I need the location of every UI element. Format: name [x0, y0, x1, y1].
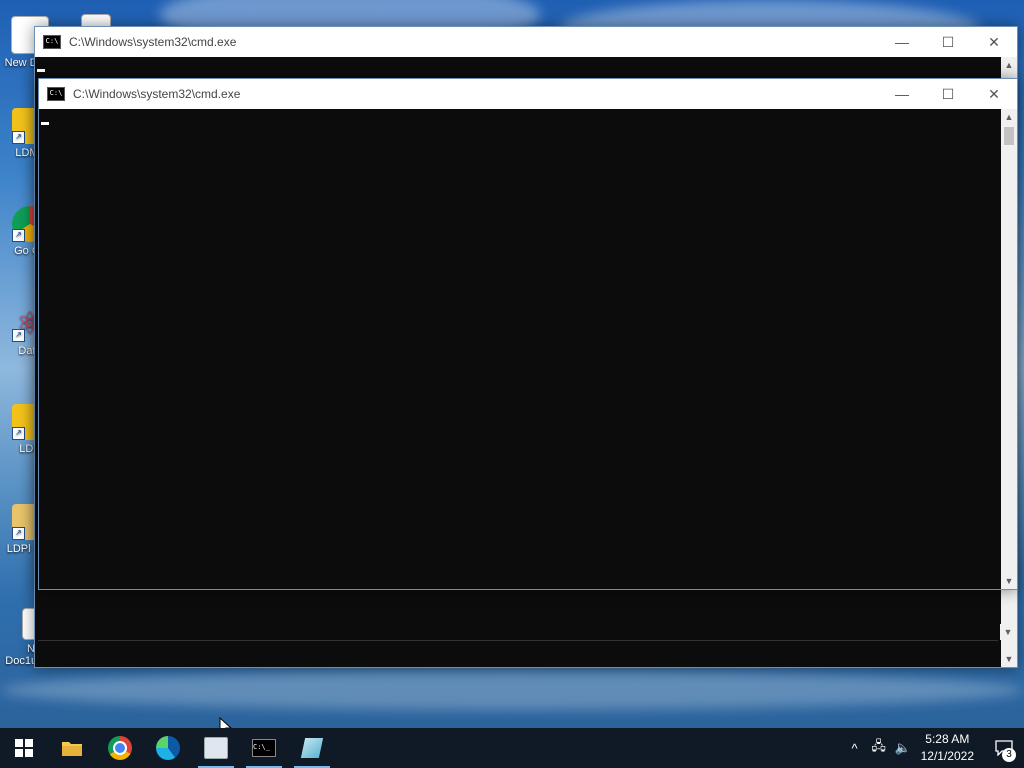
- shortcut-arrow-icon: ↗: [12, 131, 25, 144]
- windows-icon: [15, 739, 33, 757]
- title-bar[interactable]: C:\ C:\Windows\system32\cmd.exe — ☐ ✕: [39, 79, 1017, 109]
- app-icon: [300, 738, 324, 758]
- scroll-up-icon[interactable]: ▲: [1001, 109, 1017, 125]
- minimize-button[interactable]: —: [879, 79, 925, 109]
- cmd-window-front[interactable]: C:\ C:\Windows\system32\cmd.exe — ☐ ✕ ▲ …: [38, 78, 1018, 590]
- clock-date: 12/1/2022: [920, 749, 974, 763]
- folder-icon: [62, 742, 82, 756]
- cmd-icon: C:\: [43, 35, 61, 49]
- clock-time: 5:28 AM: [925, 732, 970, 746]
- title-bar[interactable]: C:\ C:\Windows\system32\cmd.exe — ☐ ✕: [35, 27, 1017, 57]
- notification-count-badge: 3: [1002, 748, 1016, 762]
- chrome-icon: [108, 736, 132, 760]
- taskbar-file-explorer[interactable]: [48, 728, 96, 768]
- console-output[interactable]: [39, 109, 1001, 589]
- shortcut-arrow-icon: ↗: [12, 329, 25, 342]
- taskbar: C:\_ ^ 🖧 🔈 5:28 AM 12/1/2022 3: [0, 728, 1024, 768]
- taskbar-cmd[interactable]: C:\_: [240, 728, 288, 768]
- scroll-up-icon[interactable]: ▲: [1001, 57, 1017, 73]
- text-cursor: [41, 122, 49, 125]
- vertical-scrollbar[interactable]: ▲ ▼: [1001, 109, 1017, 589]
- taskbar-chrome[interactable]: [96, 728, 144, 768]
- app-icon: [204, 737, 228, 759]
- chevron-up-icon[interactable]: ^: [843, 741, 867, 756]
- cmd-icon: C:\: [47, 87, 65, 101]
- window-title: C:\Windows\system32\cmd.exe: [69, 35, 237, 49]
- volume-icon[interactable]: 🔈: [891, 740, 915, 756]
- taskbar-edge[interactable]: [144, 728, 192, 768]
- network-icon[interactable]: 🖧: [867, 737, 891, 759]
- console-divider: [38, 640, 998, 641]
- shortcut-arrow-icon: ↗: [12, 427, 25, 440]
- system-tray: ^ 🖧 🔈 5:28 AM 12/1/2022 3: [843, 728, 1024, 768]
- scroll-thumb[interactable]: [1004, 127, 1014, 145]
- scroll-down-icon[interactable]: ▼: [1000, 624, 1016, 640]
- shortcut-arrow-icon: ↗: [12, 527, 25, 540]
- window-title: C:\Windows\system32\cmd.exe: [73, 87, 241, 101]
- maximize-button[interactable]: ☐: [925, 79, 971, 109]
- edge-icon: [156, 736, 180, 760]
- close-button[interactable]: ✕: [971, 27, 1017, 57]
- taskbar-app-2[interactable]: [288, 728, 336, 768]
- clock[interactable]: 5:28 AM 12/1/2022: [921, 731, 974, 765]
- scroll-down-icon[interactable]: ▼: [1001, 573, 1017, 589]
- cmd-icon: C:\_: [252, 739, 276, 757]
- text-cursor: [37, 69, 45, 72]
- taskbar-app-pinned[interactable]: [192, 728, 240, 768]
- close-button[interactable]: ✕: [971, 79, 1017, 109]
- start-button[interactable]: [0, 728, 48, 768]
- scroll-down-icon[interactable]: ▼: [1001, 651, 1017, 667]
- minimize-button[interactable]: —: [879, 27, 925, 57]
- notification-center-button[interactable]: 3: [984, 728, 1024, 768]
- shortcut-arrow-icon: ↗: [12, 229, 25, 242]
- maximize-button[interactable]: ☐: [925, 27, 971, 57]
